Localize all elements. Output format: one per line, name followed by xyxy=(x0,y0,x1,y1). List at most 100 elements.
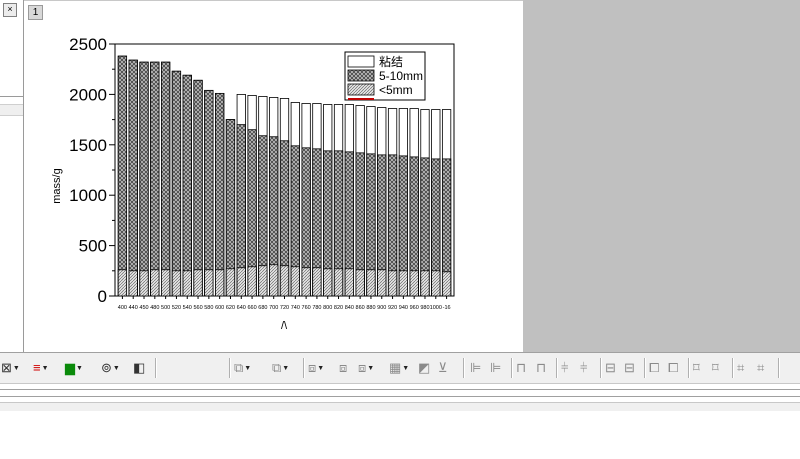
bar-2-8[interactable] xyxy=(193,79,203,297)
bar-chart[interactable]: 05001000150020002500 400 440 450 480 500 520 5… xyxy=(40,26,480,341)
align-right-icon[interactable]: ⊫ xyxy=(490,359,501,377)
toolbar-separator xyxy=(463,358,465,378)
bar-3-27[interactable] xyxy=(398,270,408,297)
bar-3-5[interactable] xyxy=(161,269,171,297)
bar-3-8[interactable] xyxy=(193,269,203,297)
x-tick-label: 880 xyxy=(366,305,375,311)
chart-legend[interactable]: 粘结5-10mm<5mm xyxy=(344,51,426,101)
x-tick-label: 540 xyxy=(183,305,192,311)
align-center-icon[interactable]: ⫩ xyxy=(561,359,568,377)
layer-icon[interactable]: ⧉▼ xyxy=(272,359,289,377)
bar-2-1[interactable] xyxy=(117,55,128,297)
bar-3-7[interactable] xyxy=(182,270,192,297)
frame-icon[interactable]: ⌗ xyxy=(757,359,764,377)
bar-3-13[interactable] xyxy=(247,266,257,297)
back-icon[interactable]: ⧠ xyxy=(668,359,678,377)
line-color-icon[interactable]: ≡▼ xyxy=(33,359,49,377)
y-tick-label: 2000 xyxy=(69,85,107,104)
x-tick-label: 980 xyxy=(420,305,429,311)
bar-3-16[interactable] xyxy=(279,265,290,297)
bar-3-26[interactable] xyxy=(387,270,398,297)
shape-icon[interactable]: ⊻ xyxy=(438,359,448,377)
group-icon[interactable]: ⧈ xyxy=(339,359,347,377)
align-bottom-icon[interactable]: ⊓ xyxy=(536,359,546,377)
bar-3-3[interactable] xyxy=(139,270,149,297)
group-icon[interactable]: ⧈▼ xyxy=(308,359,324,377)
group-icon[interactable]: ⧈▼ xyxy=(358,359,374,377)
legend-label: 5-10mm xyxy=(379,69,423,83)
toolbar-separator xyxy=(155,358,157,378)
zoom-icon[interactable]: ⌑ xyxy=(693,359,700,377)
resize-icon[interactable]: ⊟ xyxy=(624,359,635,377)
bar-3-10[interactable] xyxy=(215,269,225,297)
align-middle-icon[interactable]: ⫩ xyxy=(580,359,587,377)
align-left-icon[interactable]: ⊫ xyxy=(470,359,481,377)
bar-2-3[interactable] xyxy=(139,61,149,297)
panel-divider xyxy=(0,96,23,97)
bar-3-25[interactable] xyxy=(377,269,387,297)
bar-2-7[interactable] xyxy=(182,74,192,297)
bar-3-4[interactable] xyxy=(150,269,160,297)
bar-3-28[interactable] xyxy=(409,270,419,297)
y-tick-label: 500 xyxy=(79,237,107,256)
bar-2-4[interactable] xyxy=(150,61,160,297)
bar-3-18[interactable] xyxy=(301,267,311,297)
bar-3-6[interactable] xyxy=(171,270,182,297)
left-side-panel: × xyxy=(0,0,24,352)
frame-icon[interactable]: ⌗ xyxy=(737,359,744,377)
bar-3-15[interactable] xyxy=(269,264,279,297)
layer-icon[interactable]: ⧉▼ xyxy=(234,359,251,377)
x-tick-label: 900 xyxy=(377,305,386,311)
import-icon[interactable]: ◧ xyxy=(133,359,145,377)
bar-2-5[interactable] xyxy=(161,61,171,297)
toolbar-separator xyxy=(556,358,558,378)
bar-3-17[interactable] xyxy=(290,266,300,297)
bar-3-19[interactable] xyxy=(312,267,322,297)
legend-swatch xyxy=(347,83,375,96)
layer-tab-1[interactable]: 1 xyxy=(28,5,43,20)
horizontal-scrollbar[interactable] xyxy=(0,389,800,397)
align-top-icon[interactable]: ⊓ xyxy=(516,359,526,377)
bar-3-22[interactable] xyxy=(344,268,354,297)
resize-icon[interactable]: ⊟ xyxy=(605,359,616,377)
bar-2-10[interactable] xyxy=(215,92,225,297)
bar-3-1[interactable] xyxy=(117,269,128,297)
bar-3-24[interactable] xyxy=(366,269,376,297)
close-icon[interactable]: × xyxy=(3,3,17,17)
x-tick-label: 700 xyxy=(269,305,278,311)
x-tick-label: 1000 xyxy=(430,305,442,311)
bar-icon[interactable]: ▆▼ xyxy=(65,359,83,377)
merge-icon[interactable]: ◩ xyxy=(418,359,430,377)
bar-3-14[interactable] xyxy=(258,265,268,297)
bar-2-6[interactable] xyxy=(171,70,182,297)
x-tick-label: 480 xyxy=(150,305,159,311)
polar-icon[interactable]: ⊚▼ xyxy=(101,359,120,377)
bar-3-11[interactable] xyxy=(225,268,236,297)
front-icon[interactable]: ⧠ xyxy=(649,359,659,377)
plot-area: 05001000150020002500 400 440 450 480 500 520 5… xyxy=(51,35,455,332)
x-tick-label: 580 xyxy=(204,305,213,311)
bar-3-31[interactable] xyxy=(441,271,452,297)
scatter-icon[interactable]: ⊠▼ xyxy=(1,359,20,377)
bar-2-2[interactable] xyxy=(128,59,138,297)
grid-icon[interactable]: ▦▼ xyxy=(389,359,409,377)
bar-3-29[interactable] xyxy=(420,270,430,297)
x-tick-label: 620 xyxy=(226,305,235,311)
bar-3-9[interactable] xyxy=(204,269,214,297)
y-tick-label: 1000 xyxy=(69,186,107,205)
bar-3-23[interactable] xyxy=(355,269,365,297)
zoom-icon[interactable]: ⌑ xyxy=(712,359,719,377)
y-tick-label: 1500 xyxy=(69,136,107,155)
bar-3-30[interactable] xyxy=(431,270,441,297)
y-axis-label: mass/g xyxy=(51,168,63,203)
panel-scroll-strip[interactable] xyxy=(0,104,23,116)
graph-toolbar: ⊠▼ ≡▼ ▆▼ ⊚▼ ◧ ⧉▼ ⧉▼ ⧈▼ ⧈ ⧈▼ ▦▼ ◩ ⊻ ⊫ ⊫ ⊓… xyxy=(0,352,800,384)
bar-3-2[interactable] xyxy=(128,270,138,297)
x-tick-label: 400 xyxy=(118,305,127,311)
bar-3-20[interactable] xyxy=(323,268,333,297)
x-tick-label: 860 xyxy=(356,305,365,311)
bar-3-12[interactable] xyxy=(236,267,246,297)
bar-3-21[interactable] xyxy=(333,268,344,297)
legend-label: <5mm xyxy=(379,83,413,97)
bar-2-9[interactable] xyxy=(204,89,214,297)
